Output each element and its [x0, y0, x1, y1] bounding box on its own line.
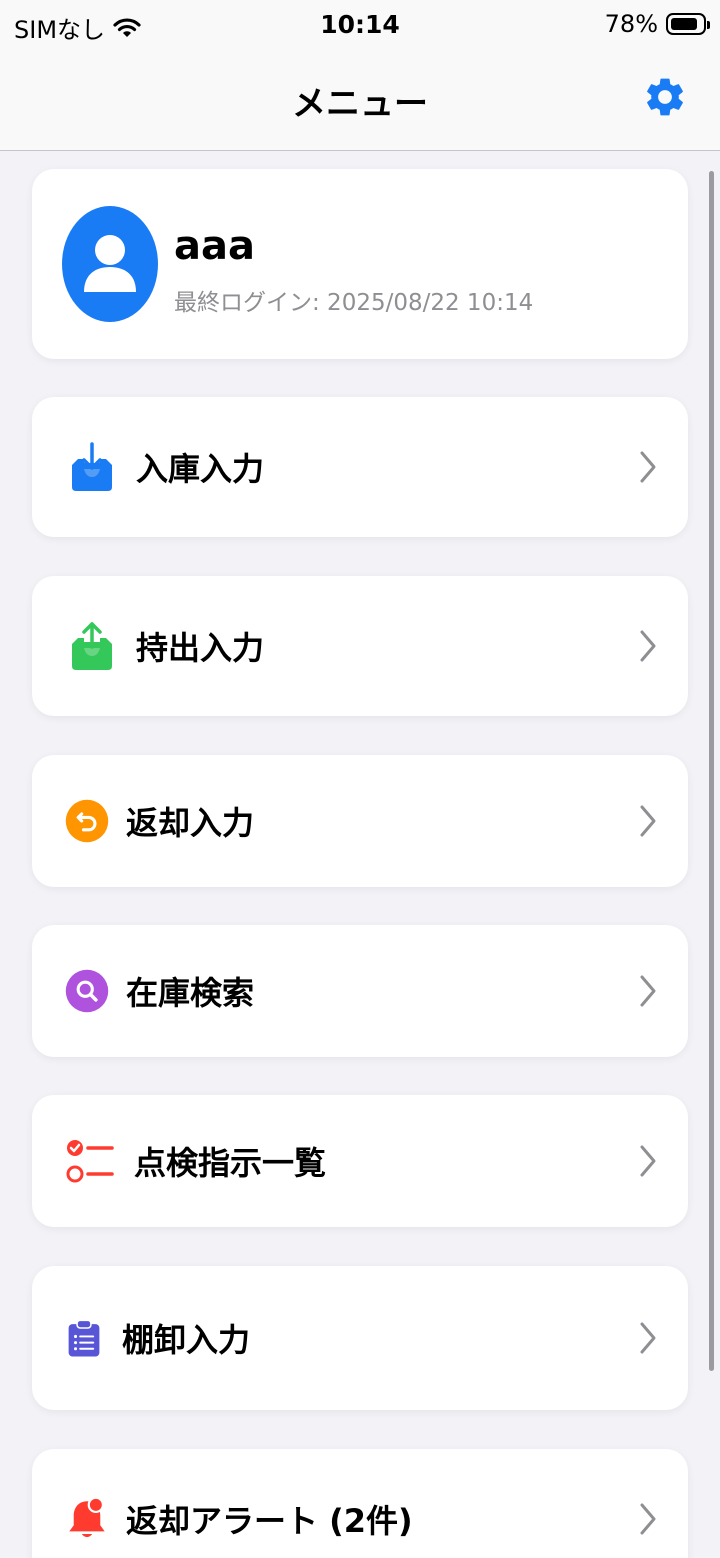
menu-item-checkout[interactable]: 持出入力	[32, 576, 688, 716]
user-name: aaa	[174, 223, 255, 269]
bell-badge-icon	[69, 1496, 105, 1538]
menu-label-receiving: 入庫入力	[136, 450, 265, 488]
navigation-bar: メニュー	[0, 50, 720, 151]
profile-card: aaa 最終ログイン: 2025/08/22 10:14	[32, 169, 688, 359]
menu-content[interactable]: aaa 最終ログイン: 2025/08/22 10:14 入庫入力 持出入力 返…	[0, 151, 720, 1558]
last-login-text: 最終ログイン: 2025/08/22 10:14	[174, 290, 534, 316]
chevron-right-icon	[640, 805, 656, 837]
status-bar: SIMなし 10:14 78%	[0, 0, 720, 50]
avatar	[62, 206, 158, 322]
menu-item-stocktaking[interactable]: 棚卸入力	[32, 1266, 688, 1410]
menu-item-return[interactable]: 返却入力	[32, 755, 688, 887]
menu-label-inventory-search: 在庫検索	[126, 974, 255, 1012]
tray-arrow-up-icon	[72, 622, 112, 670]
return-arrow-icon	[65, 799, 109, 843]
battery-percent: 78%	[604, 10, 658, 38]
clipboard-list-icon	[68, 1319, 100, 1357]
search-icon	[65, 969, 109, 1013]
chevron-right-icon	[640, 1322, 656, 1354]
menu-item-receiving[interactable]: 入庫入力	[32, 397, 688, 537]
checklist-icon	[66, 1140, 114, 1183]
tray-arrow-down-icon	[72, 442, 112, 491]
battery-icon	[666, 13, 710, 35]
chevron-right-icon	[640, 975, 656, 1007]
chevron-right-icon	[640, 1503, 656, 1535]
page-title: メニュー	[292, 84, 428, 124]
chevron-right-icon	[640, 1145, 656, 1177]
chevron-right-icon	[640, 630, 656, 662]
menu-label-inspection-list: 点検指示一覧	[134, 1144, 327, 1182]
person-icon	[84, 235, 136, 292]
scrollbar[interactable]	[709, 171, 714, 1371]
status-bar-right: 78%	[604, 10, 710, 38]
menu-label-return: 返却入力	[126, 804, 255, 842]
menu-label-stocktaking: 棚卸入力	[122, 1321, 251, 1359]
menu-item-inspection-list[interactable]: 点検指示一覧	[32, 1095, 688, 1227]
menu-item-inventory-search[interactable]: 在庫検索	[32, 925, 688, 1057]
menu-label-return-alert: 返却アラート (2件)	[126, 1502, 413, 1540]
gear-icon[interactable]	[642, 74, 688, 120]
menu-label-checkout: 持出入力	[136, 629, 265, 667]
chevron-right-icon	[640, 451, 656, 483]
menu-item-return-alert[interactable]: 返却アラート (2件)	[32, 1449, 688, 1558]
